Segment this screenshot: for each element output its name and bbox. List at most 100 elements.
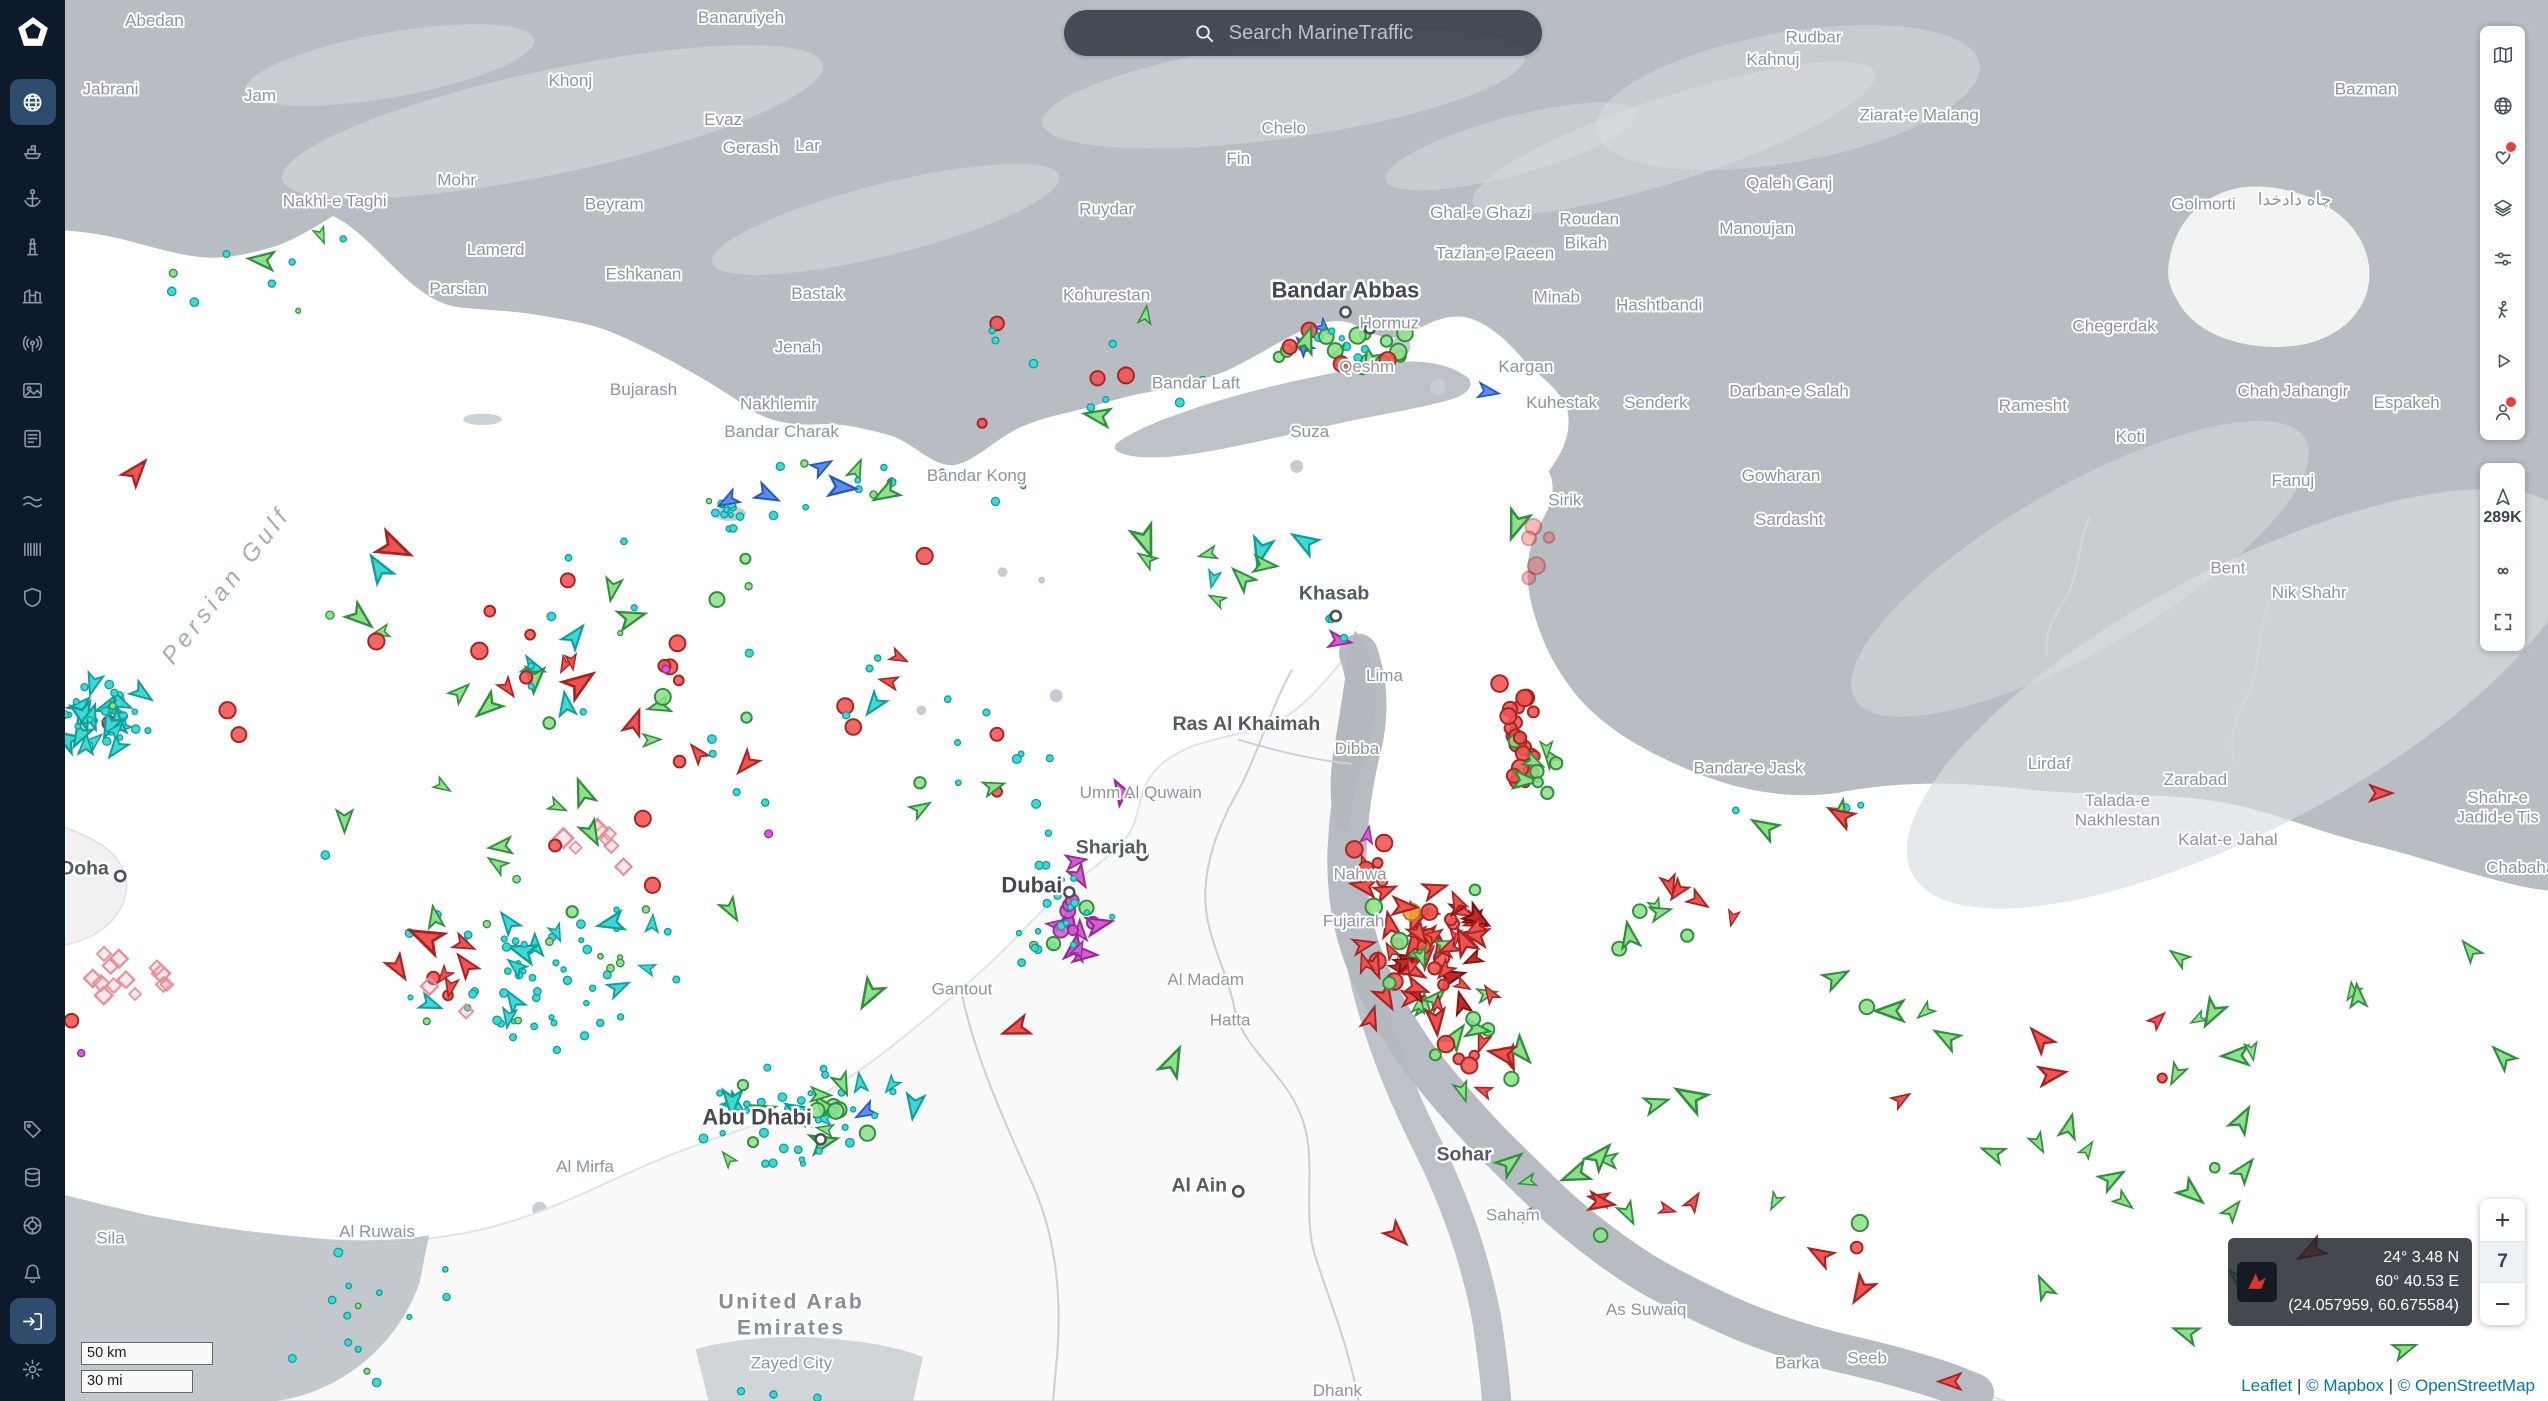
vessel-marker[interactable] bbox=[579, 938, 584, 943]
vessel-marker[interactable] bbox=[344, 1312, 351, 1319]
vessel-marker[interactable] bbox=[736, 513, 743, 520]
vessel-marker[interactable] bbox=[469, 990, 477, 998]
vessel-marker[interactable] bbox=[769, 511, 777, 519]
sidebar-item-news[interactable] bbox=[10, 415, 56, 461]
vessel-marker[interactable] bbox=[990, 728, 1003, 741]
vessel-marker[interactable] bbox=[1430, 1049, 1441, 1060]
vessel-marker[interactable] bbox=[720, 1131, 725, 1136]
vessel-marker[interactable] bbox=[1504, 1072, 1518, 1086]
sidebar-item-maritime-services[interactable] bbox=[10, 478, 56, 524]
vessel-marker[interactable] bbox=[583, 945, 591, 953]
vessel-marker[interactable] bbox=[328, 1296, 335, 1303]
vessel-marker[interactable] bbox=[1470, 884, 1481, 895]
vessel-marker[interactable] bbox=[674, 756, 686, 768]
vessel-marker[interactable] bbox=[268, 280, 275, 287]
vessel-marker[interactable] bbox=[590, 985, 596, 991]
vessel-marker[interactable] bbox=[326, 611, 334, 619]
map-layers-button[interactable] bbox=[2480, 182, 2525, 233]
vessel-marker[interactable] bbox=[870, 491, 877, 498]
vessel-marker[interactable] bbox=[776, 462, 784, 470]
vessel-marker[interactable] bbox=[618, 1014, 624, 1020]
sidebar-item-data-services[interactable] bbox=[10, 526, 56, 572]
vessel-marker[interactable] bbox=[1071, 899, 1078, 906]
vessel-marker[interactable] bbox=[741, 712, 751, 722]
vessel-marker[interactable] bbox=[563, 976, 571, 984]
vessel-marker[interactable] bbox=[670, 635, 686, 651]
vessel-marker[interactable] bbox=[73, 699, 79, 705]
density-maps-button[interactable] bbox=[2480, 545, 2525, 596]
vessel-marker[interactable] bbox=[513, 875, 520, 882]
vessel-marker[interactable] bbox=[520, 671, 532, 683]
vessel-marker[interactable] bbox=[78, 1050, 85, 1057]
vessel-marker[interactable] bbox=[296, 308, 301, 313]
vessel-marker[interactable] bbox=[618, 631, 623, 636]
sidebar-item-settings[interactable] bbox=[10, 1346, 56, 1392]
vessel-marker[interactable] bbox=[471, 643, 488, 660]
vessel-marker[interactable] bbox=[614, 907, 619, 912]
vessel-marker[interactable] bbox=[553, 960, 559, 966]
vessel-marker[interactable] bbox=[778, 1093, 786, 1101]
vessel-marker[interactable] bbox=[1428, 962, 1440, 974]
vessel-marker[interactable] bbox=[190, 298, 198, 306]
vessel-marker[interactable] bbox=[1541, 787, 1553, 799]
vessel-marker[interactable] bbox=[991, 497, 999, 505]
vessel-marker[interactable] bbox=[801, 460, 808, 467]
vessel-marker[interactable] bbox=[1071, 876, 1077, 882]
vessel-marker[interactable] bbox=[515, 1017, 522, 1024]
vessel-marker[interactable] bbox=[673, 976, 680, 983]
vessel-marker[interactable] bbox=[531, 1023, 538, 1030]
vessel-marker[interactable] bbox=[145, 728, 151, 734]
sidebar-item-photos[interactable] bbox=[10, 367, 56, 413]
vessel-marker[interactable] bbox=[1103, 397, 1109, 403]
vessel-marker[interactable] bbox=[737, 1388, 744, 1395]
favorites-button[interactable] bbox=[2480, 131, 2525, 182]
vessel-marker[interactable] bbox=[1110, 914, 1115, 919]
vessel-marker[interactable] bbox=[505, 968, 512, 975]
vessel-marker[interactable] bbox=[101, 707, 109, 715]
vessel-marker[interactable] bbox=[1528, 557, 1545, 574]
vessel-marker[interactable] bbox=[664, 929, 671, 936]
vessel-marker[interactable] bbox=[816, 1148, 823, 1155]
vessel-marker[interactable] bbox=[1071, 942, 1077, 948]
vessel-marker[interactable] bbox=[81, 684, 88, 691]
vessel-marker[interactable] bbox=[521, 942, 527, 948]
vessel-marker[interactable] bbox=[340, 236, 346, 242]
vessel-marker[interactable] bbox=[1016, 930, 1021, 935]
vessel-marker[interactable] bbox=[1029, 359, 1037, 367]
vessel-marker[interactable] bbox=[423, 1018, 430, 1025]
sidebar-item-account[interactable] bbox=[10, 1298, 56, 1344]
vessel-marker[interactable] bbox=[1361, 346, 1368, 353]
vessel-marker[interactable] bbox=[1516, 690, 1532, 706]
vessel-marker[interactable] bbox=[769, 1159, 777, 1167]
vessel-marker[interactable] bbox=[617, 959, 624, 966]
vessel-marker[interactable] bbox=[584, 1001, 589, 1006]
vessel-marker[interactable] bbox=[566, 906, 577, 917]
vessel-marker[interactable] bbox=[1018, 959, 1025, 966]
vessel-count-button[interactable]: 289K bbox=[2480, 467, 2525, 545]
vessel-marker[interactable] bbox=[443, 1293, 450, 1300]
vessel-marker[interactable] bbox=[738, 1080, 748, 1090]
vessel-marker[interactable] bbox=[1530, 765, 1543, 778]
vessel-marker[interactable] bbox=[1851, 1242, 1863, 1254]
vessel-marker[interactable] bbox=[1514, 732, 1526, 744]
vessel-marker[interactable] bbox=[740, 554, 750, 564]
vessel-marker[interactable] bbox=[1681, 929, 1693, 941]
vessel-marker[interactable] bbox=[729, 525, 736, 532]
vessel-marker[interactable] bbox=[1012, 755, 1021, 764]
vessel-marker[interactable] bbox=[442, 1267, 448, 1273]
vessel-marker[interactable] bbox=[1035, 929, 1040, 934]
zoom-out-button[interactable]: − bbox=[2480, 1283, 2525, 1325]
vessel-marker[interactable] bbox=[597, 1019, 604, 1026]
vessel-marker[interactable] bbox=[1084, 910, 1089, 915]
sidebar-item-lights[interactable] bbox=[10, 223, 56, 269]
vessel-marker[interactable] bbox=[528, 663, 534, 669]
vessel-marker[interactable] bbox=[733, 789, 740, 796]
vessel-marker[interactable] bbox=[1533, 777, 1543, 787]
vessel-marker[interactable] bbox=[1341, 635, 1348, 642]
vessel-marker[interactable] bbox=[577, 920, 585, 928]
vessel-marker[interactable] bbox=[1063, 920, 1069, 926]
vessel-marker[interactable] bbox=[1046, 755, 1053, 762]
vessel-marker[interactable] bbox=[289, 259, 295, 265]
vessel-marker[interactable] bbox=[764, 1064, 771, 1071]
vessel-marker[interactable] bbox=[728, 513, 733, 518]
